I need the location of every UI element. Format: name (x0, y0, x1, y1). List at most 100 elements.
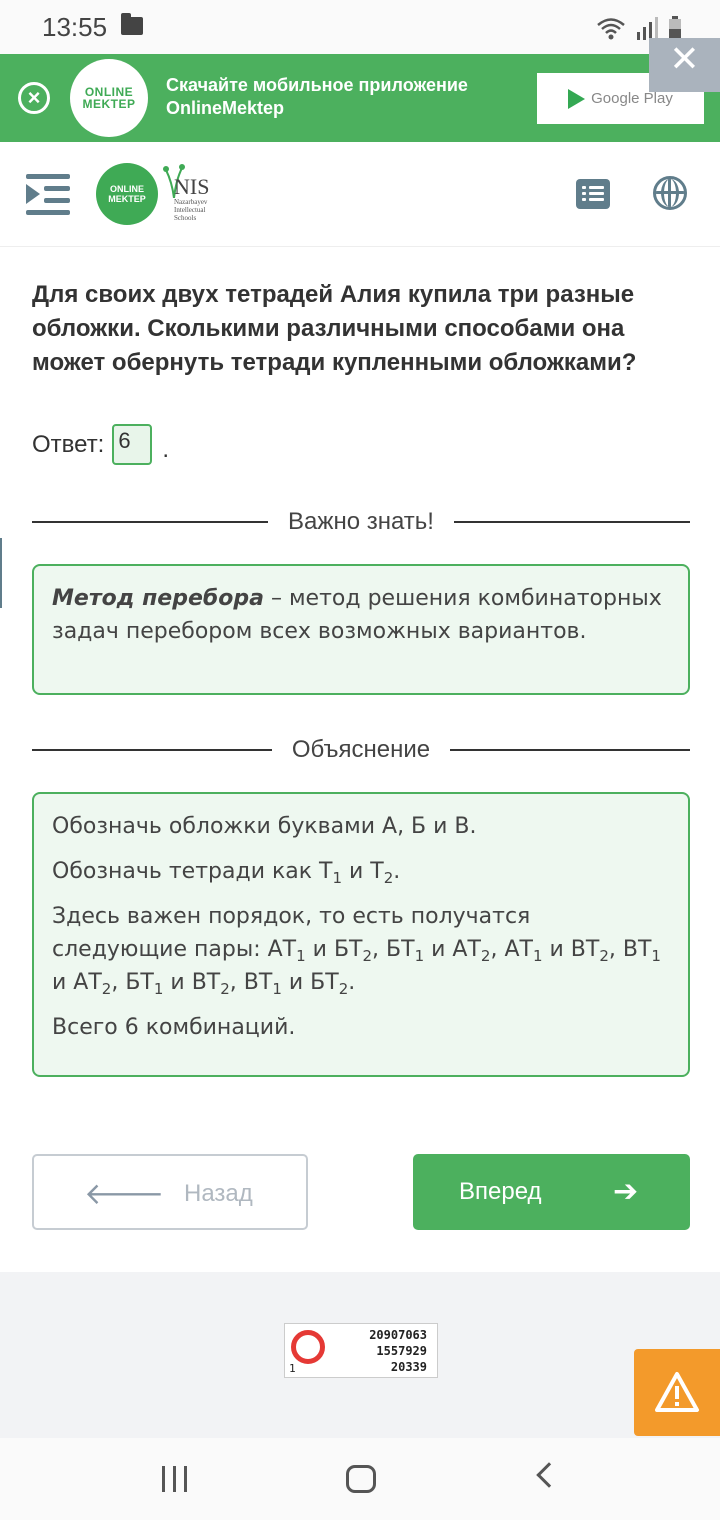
wifi-icon (597, 18, 625, 40)
pair-1-j: и (424, 937, 453, 962)
p2-prefix: Обозначь тетради как Т (52, 859, 333, 884)
important-heading: Важно знать! (288, 508, 434, 535)
explanation-heading: Объяснение (291, 736, 431, 763)
close-circle-icon[interactable]: × (18, 82, 50, 114)
counter-line-3: 20339 (390, 1360, 427, 1374)
app-header: ONLINE MEKTEP NIS Nazarbayev Intellectua… (0, 142, 720, 247)
system-nav-bar (0, 1438, 720, 1520)
nis-sub-line-2: Intellectual (174, 206, 206, 214)
important-divider: Важно знать! (32, 507, 691, 537)
pair-2-j: и (542, 937, 571, 962)
pair-5-bi: 2 (338, 980, 349, 998)
status-time: 13:55 (42, 12, 108, 42)
explanation-p2: Обозначь тетради как Т1 и Т2. (52, 855, 670, 888)
nis-logo: NIS Nazarbayev Intellectual Schools (162, 164, 222, 228)
visit-counter[interactable]: 1 20907063 1557929 20339 (284, 1323, 438, 1378)
counter-numbers: 20907063 1557929 20339 (369, 1327, 427, 1375)
back-label: Назад (184, 1180, 253, 1207)
pair-4-b: ВТ (191, 970, 221, 995)
recents-icon[interactable] (160, 1466, 190, 1492)
pair-3-a: ВТ (622, 937, 652, 962)
list-icon[interactable] (576, 179, 610, 209)
onlinemektep-logo: ONLINE MEKTEP (70, 59, 148, 137)
pair-5-sep: . (348, 970, 356, 995)
home-icon[interactable] (346, 1465, 376, 1493)
status-bar: 13:55 (0, 0, 720, 54)
important-text: Метод перебора – метод решения комбинато… (52, 582, 670, 648)
pair-2-ai: 1 (532, 947, 543, 965)
pair-0-j: и (305, 937, 334, 962)
pair-3-sep: , (111, 970, 126, 995)
explanation-p1: Обозначь обложки буквами А, Б и В. (52, 814, 477, 839)
pair-2-a: АТ (504, 937, 533, 962)
sub-1: 1 (332, 869, 343, 887)
pair-4-ai: 1 (153, 980, 164, 998)
arrow-right-icon: ➔ (613, 1175, 639, 1208)
nis-sub-line-1: Nazarbayev (174, 198, 208, 206)
back-icon[interactable] (536, 1462, 562, 1488)
p2-mid: и Т (342, 859, 384, 884)
pair-1-a: БТ (386, 937, 415, 962)
explanation-p4: Всего 6 комбинаций. (52, 1015, 296, 1040)
om-logo-line-2: MEKTEP (108, 194, 146, 204)
counter-corner: 1 (289, 1362, 296, 1375)
signal-icon (637, 17, 658, 40)
important-term: Метод перебора (52, 586, 264, 611)
pair-3-bi: 2 (101, 980, 112, 998)
pair-2-bi: 2 (599, 947, 609, 965)
pair-0-b: БТ (333, 937, 363, 962)
pair-4-j: и (163, 970, 192, 995)
pair-5-j: и (281, 970, 311, 995)
next-label: Вперед (459, 1178, 542, 1205)
onlinemektep-logo[interactable]: ONLINE MEKTEP (96, 163, 158, 225)
explanation-divider: Объяснение (32, 735, 691, 765)
google-play-icon (568, 88, 586, 109)
status-icons (596, 14, 682, 40)
answer-suffix: . (162, 435, 170, 463)
pair-5-ai: 1 (272, 980, 282, 998)
pair-3-b: АТ (73, 970, 102, 995)
counter-logo-icon (291, 1330, 325, 1364)
pair-4-bi: 2 (220, 980, 230, 998)
important-card: Метод перебора – метод решения комбинато… (32, 564, 690, 695)
p2-suffix: . (393, 859, 401, 884)
pair-4-a: БТ (125, 970, 154, 995)
explanation-p3: Здесь важен порядок, то есть получатся с… (52, 900, 670, 999)
pair-3-ai: 1 (651, 947, 661, 965)
menu-icon[interactable] (26, 174, 72, 216)
pair-1-ai: 1 (414, 947, 425, 965)
pair-1-b: АТ (452, 937, 481, 962)
pair-0-ai: 1 (296, 947, 306, 965)
arrow-left-icon: 🡐 (84, 1178, 165, 1211)
banner-text-line-2: OnlineMektep (166, 98, 285, 118)
om-logo-line-1: ONLINE (109, 184, 144, 194)
app-download-banner: × ONLINE MEKTEP Скачайте мобильное прило… (0, 54, 720, 142)
nis-logo-text: NIS (174, 174, 210, 199)
pair-4-sep: , (229, 970, 244, 995)
warning-triangle-icon (655, 1372, 699, 1412)
nis-logo-subtitle: Nazarbayev Intellectual Schools (174, 198, 207, 222)
pair-5-a: ВТ (243, 970, 273, 995)
report-button[interactable] (634, 1349, 720, 1436)
next-button[interactable]: Вперед ➔ (413, 1154, 690, 1230)
pair-0-bi: 2 (362, 947, 373, 965)
logo-line-2: MEKTEP (82, 97, 136, 111)
close-icon[interactable]: ✕ (649, 38, 720, 92)
counter-line-2: 1557929 (376, 1344, 427, 1358)
side-marker (0, 538, 2, 608)
explanation-card: Обозначь обложки буквами А, Б и В. Обозн… (32, 792, 690, 1077)
answer-row: Ответ: 6 . (32, 424, 169, 465)
answer-input[interactable]: 6 (112, 424, 153, 465)
answer-label: Ответ: (32, 430, 105, 458)
back-button[interactable]: 🡐 Назад (32, 1154, 308, 1230)
pair-1-sep: , (490, 937, 505, 962)
folder-icon (121, 13, 143, 35)
globe-icon[interactable] (653, 176, 687, 210)
nis-sub-line-3: Schools (174, 214, 197, 222)
pair-0-sep: , (372, 937, 387, 962)
task-question: Для своих двух тетрадей Алия купила три … (32, 281, 637, 376)
battery-icon (669, 16, 681, 40)
banner-text: Скачайте мобильное приложение OnlineMekt… (166, 74, 468, 120)
pair-2-b: ВТ (570, 937, 600, 962)
sub-2: 2 (383, 869, 394, 887)
